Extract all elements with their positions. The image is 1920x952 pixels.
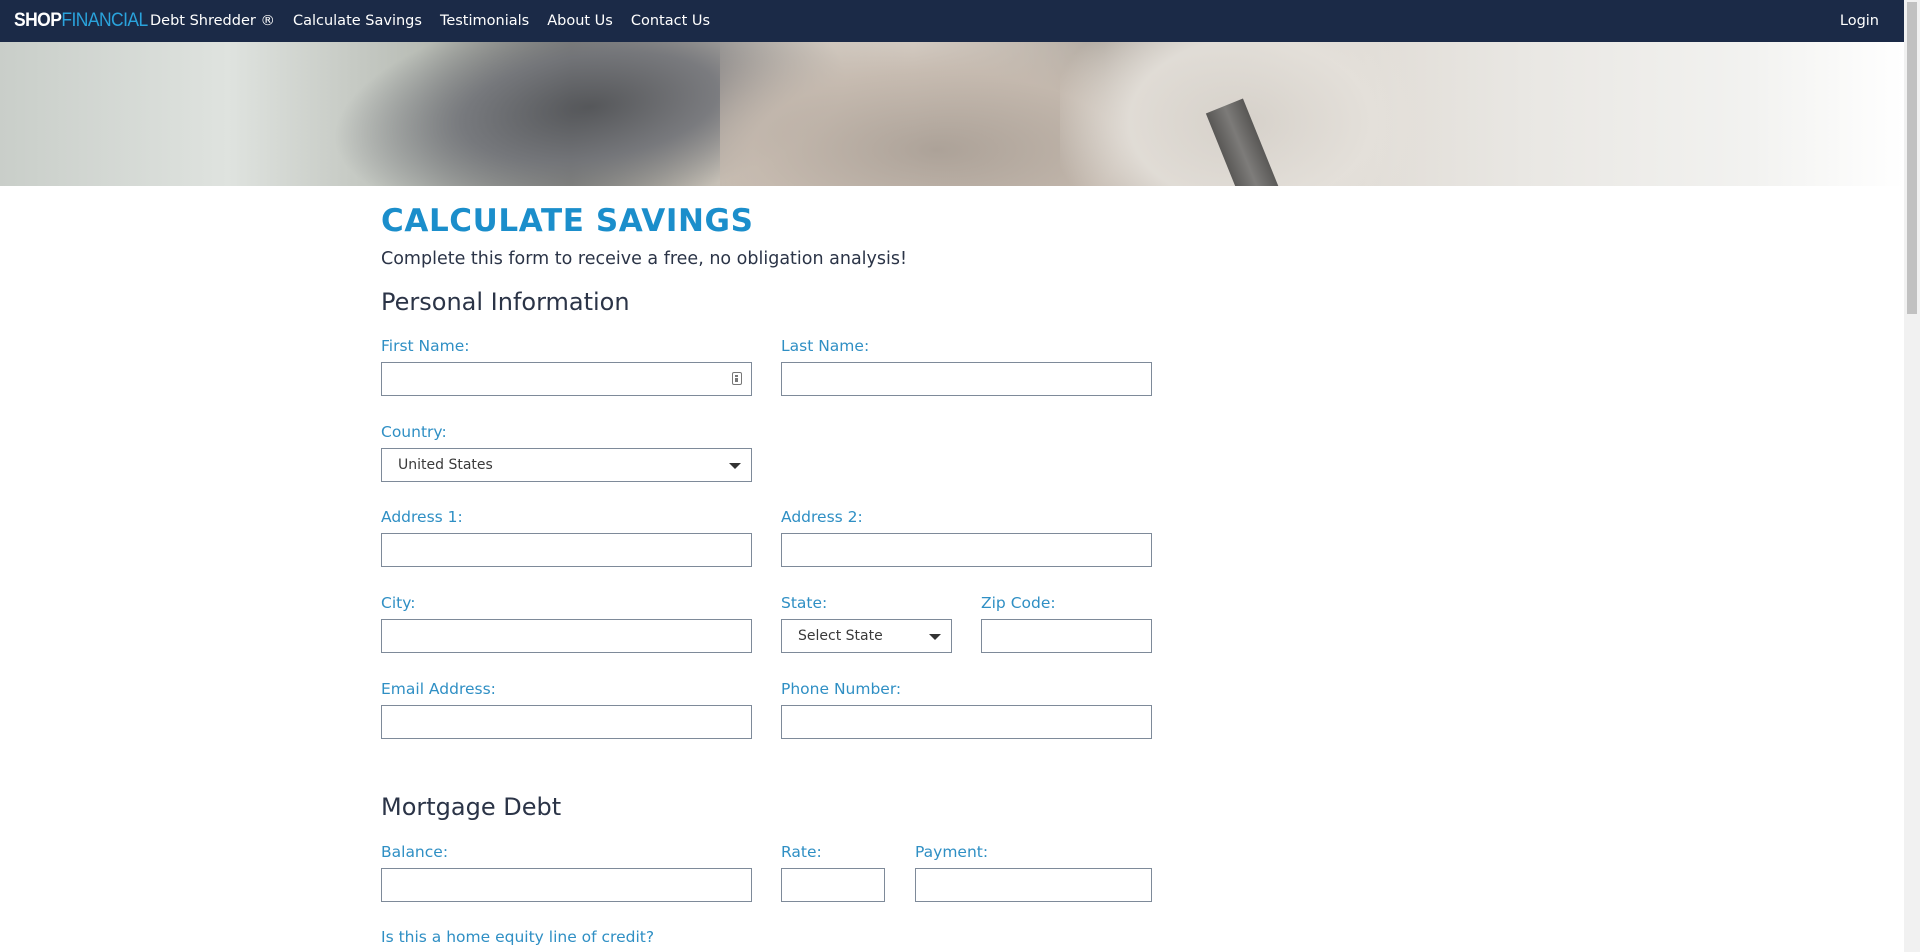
zip-code-input[interactable] xyxy=(981,619,1152,653)
address2-input[interactable] xyxy=(781,533,1152,567)
rate-label: Rate: xyxy=(781,843,822,861)
chevron-down-icon xyxy=(929,634,941,640)
state-label: State: xyxy=(781,594,828,612)
page-subtitle: Complete this form to receive a free, no… xyxy=(381,249,908,269)
payment-label: Payment: xyxy=(915,843,989,861)
nav-link-contact-us[interactable]: Contact Us xyxy=(622,0,719,42)
heloc-question-label: Is this a home equity line of credit? xyxy=(381,928,655,946)
state-select-value: Select State xyxy=(798,628,883,644)
email-label: Email Address: xyxy=(381,680,496,698)
last-name-input[interactable] xyxy=(781,362,1152,396)
country-label: Country: xyxy=(381,423,447,441)
phone-label: Phone Number: xyxy=(781,680,902,698)
personal-info-heading: Personal Information xyxy=(381,288,630,316)
zip-code-label: Zip Code: xyxy=(981,594,1056,612)
nav-link-testimonials[interactable]: Testimonials xyxy=(431,0,538,42)
first-name-input[interactable] xyxy=(381,362,752,396)
balance-input[interactable] xyxy=(381,868,752,902)
country-select-value: United States xyxy=(398,457,493,473)
brand-logo-shop: SHOP xyxy=(14,10,62,31)
last-name-label: Last Name: xyxy=(781,337,870,355)
first-name-label: First Name: xyxy=(381,337,470,355)
address1-input[interactable] xyxy=(381,533,752,567)
mortgage-debt-heading: Mortgage Debt xyxy=(381,793,562,821)
city-input[interactable] xyxy=(381,619,752,653)
chevron-down-icon xyxy=(729,463,741,469)
top-navbar: SHOPFINANCIAL Debt Shredder ® Calculate … xyxy=(0,0,1904,43)
address2-label: Address 2: xyxy=(781,508,863,526)
scrollbar-thumb[interactable] xyxy=(1907,2,1917,314)
state-select[interactable]: Select State xyxy=(781,619,952,653)
address1-label: Address 1: xyxy=(381,508,463,526)
country-select[interactable]: United States xyxy=(381,448,752,482)
payment-input[interactable] xyxy=(915,868,1152,902)
phone-input[interactable] xyxy=(781,705,1152,739)
page-title: CALCULATE SAVINGS xyxy=(381,203,754,239)
city-label: City: xyxy=(381,594,416,612)
contact-card-icon[interactable] xyxy=(732,372,742,385)
rate-input[interactable] xyxy=(781,868,885,902)
page-scrollbar[interactable] xyxy=(1904,0,1920,952)
balance-label: Balance: xyxy=(381,843,449,861)
hero-banner-image xyxy=(0,42,1904,186)
brand-logo-financial: FINANCIAL xyxy=(61,10,148,31)
nav-link-debt-shredder[interactable]: Debt Shredder ® xyxy=(141,0,284,42)
nav-links: Debt Shredder ® Calculate Savings Testim… xyxy=(141,0,719,42)
nav-link-about-us[interactable]: About Us xyxy=(538,0,622,42)
email-input[interactable] xyxy=(381,705,752,739)
brand-logo[interactable]: SHOPFINANCIAL xyxy=(14,10,148,34)
login-link[interactable]: Login xyxy=(1840,0,1879,42)
nav-link-calculate-savings[interactable]: Calculate Savings xyxy=(284,0,431,42)
